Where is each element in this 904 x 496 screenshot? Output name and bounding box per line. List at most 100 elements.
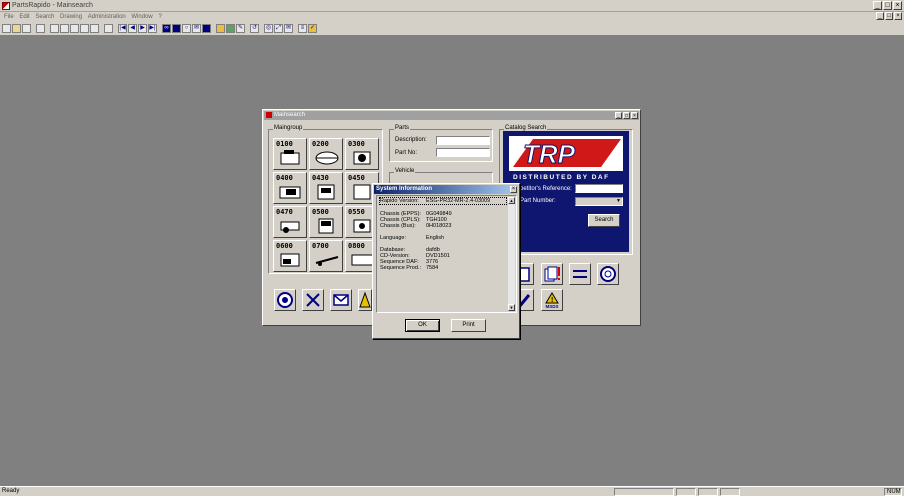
close-button[interactable]: × xyxy=(893,1,902,10)
mainsearch-titlebar: Mainsearch _ □ × xyxy=(264,111,639,120)
maingroup-button-0500[interactable]: 0500 xyxy=(309,206,343,238)
status-pane xyxy=(720,488,740,496)
menu-file[interactable]: File xyxy=(4,12,14,22)
maingroup-button-0600[interactable]: 0600 xyxy=(273,240,307,272)
mail-button[interactable] xyxy=(330,289,352,311)
minimize-button[interactable]: _ xyxy=(873,1,882,10)
mainsearch-title: Mainsearch xyxy=(274,112,306,118)
print-icon[interactable] xyxy=(36,24,45,33)
lens-button[interactable] xyxy=(597,263,619,285)
exchange-button[interactable] xyxy=(569,263,591,285)
mail-icon[interactable]: ✉ xyxy=(192,24,201,33)
maingroup-code: 0470 xyxy=(276,208,293,216)
logo-text: TRP xyxy=(523,139,576,169)
info-row: Language: English xyxy=(380,235,445,241)
logo-sub: DISTRIBUTED BY DAF xyxy=(513,174,610,181)
box-icon[interactable] xyxy=(90,24,99,33)
mainsearch-minimize-button[interactable]: _ xyxy=(615,112,622,119)
copy-icon[interactable] xyxy=(60,24,69,33)
search-button[interactable]: Search xyxy=(588,214,620,227)
svg-text:!: ! xyxy=(551,297,553,304)
maingroup-button-0400[interactable]: 0400 xyxy=(273,172,307,204)
view-button[interactable] xyxy=(274,289,296,311)
open-icon[interactable] xyxy=(12,24,21,33)
lens-icon xyxy=(600,266,616,282)
mdi-close-button[interactable]: × xyxy=(894,12,902,20)
competitor-field[interactable] xyxy=(575,184,623,193)
status-text: Ready xyxy=(2,488,20,494)
bookmark-icon[interactable] xyxy=(172,24,181,33)
mainsearch-maximize-button[interactable]: □ xyxy=(623,112,630,119)
zoom-icon[interactable]: ⤢ xyxy=(274,24,283,33)
part-number-select[interactable]: ▼ xyxy=(575,197,623,206)
mdi-minimize-button[interactable]: _ xyxy=(876,12,884,20)
app-title: PartsRapido - Mainsearch xyxy=(12,2,93,9)
maximize-button[interactable]: □ xyxy=(883,1,892,10)
mdi-restore-button[interactable]: □ xyxy=(885,12,893,20)
last-icon[interactable]: ▶| xyxy=(148,24,157,33)
undo-icon[interactable]: ↺ xyxy=(250,24,259,33)
scroll-down-button[interactable]: ▼ xyxy=(508,304,515,311)
msds-label: MSDS xyxy=(545,303,559,309)
chassis-icon xyxy=(315,256,339,266)
msds-button[interactable]: ! MSDS xyxy=(541,289,563,311)
calc-icon[interactable] xyxy=(104,24,113,33)
axle-icon xyxy=(280,221,300,233)
toolbar: |◀ ◀ ▶ ▶| ∞ ○ ✉ ✎ ↺ ◎ ⤢ ✉ ≡ ✓ xyxy=(0,22,904,36)
pages-button[interactable] xyxy=(541,263,563,285)
print-button[interactable]: Print xyxy=(451,319,486,332)
document-icon[interactable]: ≡ xyxy=(298,24,307,33)
cab-icon xyxy=(317,184,335,200)
maingroup-button-0300[interactable]: 0300 xyxy=(345,138,379,170)
pen-icon[interactable]: ✎ xyxy=(236,24,245,33)
dialog-close-button[interactable]: × xyxy=(510,186,517,193)
maingroup-code: 0300 xyxy=(348,140,365,148)
prev-icon[interactable]: ◀ xyxy=(128,24,137,33)
menu-administration[interactable]: Administration xyxy=(88,12,126,22)
ok-button[interactable]: OK xyxy=(405,319,440,332)
brakes-icon xyxy=(280,253,300,267)
circle-icon[interactable]: ○ xyxy=(182,24,191,33)
menu-drawing[interactable]: Drawing xyxy=(60,12,82,22)
maingroup-button-0470[interactable]: 0470 xyxy=(273,206,307,238)
next-icon[interactable]: ▶ xyxy=(138,24,147,33)
mainsearch-close-button[interactable]: × xyxy=(631,112,638,119)
info-row: Chassis (Bus): 0H018023 xyxy=(380,223,452,229)
list-icon[interactable] xyxy=(202,24,211,33)
maingroup-button-0430[interactable]: 0430 xyxy=(309,172,343,204)
status-pane xyxy=(698,488,718,496)
menu-edit[interactable]: Edit xyxy=(19,12,29,22)
menu-window[interactable]: Window xyxy=(131,12,152,22)
maingroup-button-0700[interactable]: 0700 xyxy=(309,240,343,272)
star-icon[interactable] xyxy=(216,24,225,33)
envelope-icon[interactable]: ✉ xyxy=(284,24,293,33)
new-icon[interactable] xyxy=(2,24,11,33)
menu-search[interactable]: Search xyxy=(35,12,54,22)
description-label: Description: xyxy=(395,137,427,143)
first-icon[interactable]: |◀ xyxy=(118,24,127,33)
binoculars-icon[interactable]: ∞ xyxy=(162,24,171,33)
system-info-list[interactable]: Rapido Version: ESG-PR32-MR-2.4-03009 Cha… xyxy=(376,195,517,313)
check-icon[interactable]: ✓ xyxy=(308,24,317,33)
status-pane xyxy=(676,488,696,496)
target-icon[interactable]: ◎ xyxy=(264,24,273,33)
num-indicator: NUM xyxy=(884,488,902,496)
info-button[interactable] xyxy=(358,289,372,311)
info-scrollbar[interactable]: ▲ ▼ xyxy=(508,197,515,311)
truck-front-icon xyxy=(318,218,334,234)
maingroup-button-0100[interactable]: 0100 xyxy=(273,138,307,170)
cube-icon[interactable] xyxy=(226,24,235,33)
find-icon[interactable] xyxy=(80,24,89,33)
description-field[interactable] xyxy=(436,136,490,145)
save-icon[interactable] xyxy=(22,24,31,33)
partno-field[interactable] xyxy=(436,148,490,157)
maingroup-button-0200[interactable]: 0200 xyxy=(309,138,343,170)
expand-button[interactable] xyxy=(302,289,324,311)
menu-bar: File Edit Search Drawing Administration … xyxy=(0,12,904,22)
menu-help[interactable]: ? xyxy=(158,12,161,22)
scroll-up-button[interactable]: ▲ xyxy=(508,197,515,204)
maingroup-code: 0500 xyxy=(312,208,329,216)
cut-icon[interactable] xyxy=(50,24,59,33)
info-icon xyxy=(359,291,371,308)
paste-icon[interactable] xyxy=(70,24,79,33)
